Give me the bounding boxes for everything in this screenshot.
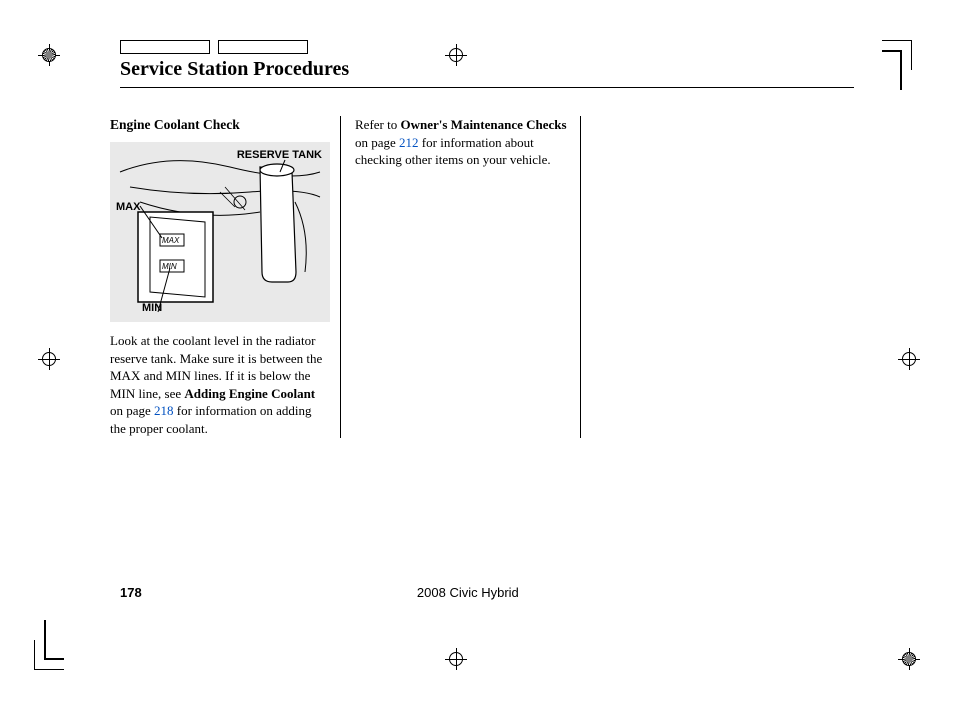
footer-vehicle: 2008 Civic Hybrid [102, 585, 834, 600]
text: on page [355, 135, 399, 150]
text: Refer to [355, 117, 400, 132]
page-title: Service Station Procedures [120, 58, 854, 88]
header-box [120, 40, 210, 54]
page-link-212[interactable]: 212 [399, 135, 419, 150]
header-box [218, 40, 308, 54]
engine-line-art-icon: MAX MIN [110, 142, 330, 322]
column-1: Engine Coolant Check RESERVE TANK MAX MI… [100, 116, 340, 438]
page-content: Service Station Procedures Engine Coolan… [100, 40, 854, 670]
section-heading: Engine Coolant Check [110, 116, 330, 134]
column-3-empty [580, 116, 820, 438]
column-2: Refer to Owner's Maintenance Checks on p… [340, 116, 580, 438]
crop-mark-icon [44, 620, 64, 660]
page-link-218[interactable]: 218 [154, 403, 174, 418]
maintenance-paragraph: Refer to Owner's Maintenance Checks on p… [355, 116, 570, 169]
coolant-paragraph: Look at the coolant level in the radiato… [110, 332, 330, 437]
print-mark-icon [898, 648, 920, 670]
svg-text:MAX: MAX [162, 236, 180, 245]
bold-text: Owner's Maintenance Checks [400, 117, 566, 132]
page-footer: 178 2008 Civic Hybrid [120, 585, 834, 600]
header-placeholder-boxes [120, 40, 854, 54]
content-columns: Engine Coolant Check RESERVE TANK MAX MI… [100, 116, 854, 438]
print-mark-icon [898, 348, 920, 370]
crop-mark-icon [882, 50, 902, 90]
bold-text: Adding Engine Coolant [184, 386, 315, 401]
coolant-diagram: RESERVE TANK MAX MIN M [110, 142, 330, 322]
text: on page [110, 403, 154, 418]
print-mark-icon [38, 348, 60, 370]
print-mark-icon [38, 44, 60, 66]
